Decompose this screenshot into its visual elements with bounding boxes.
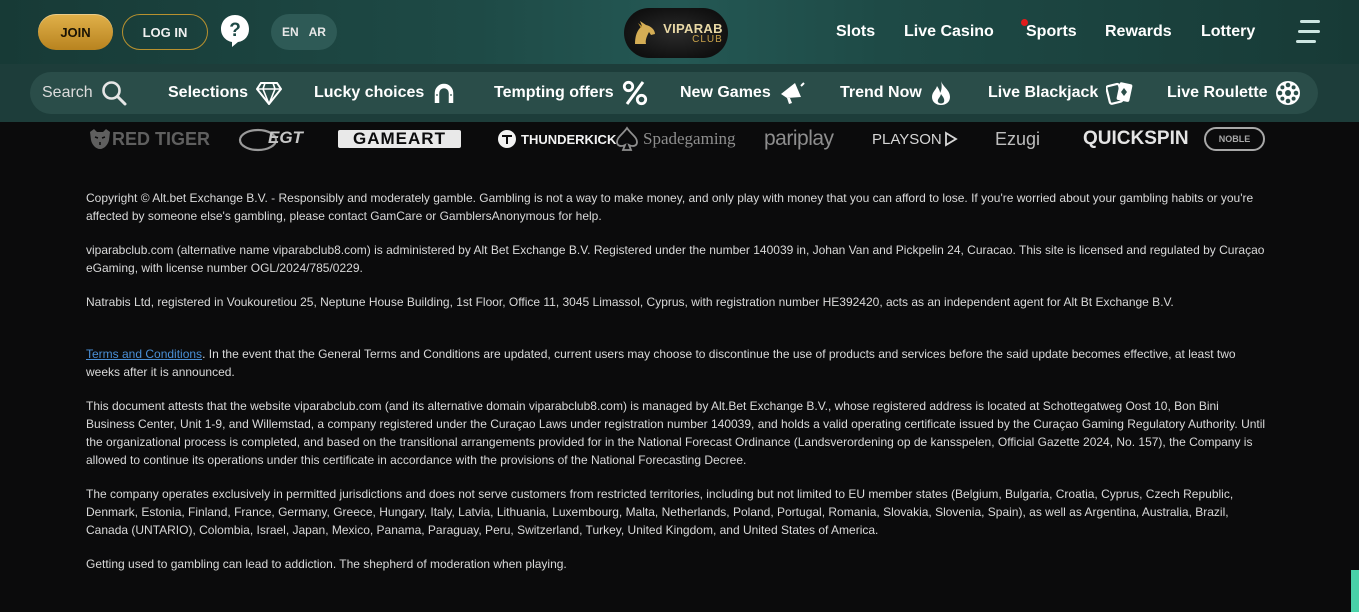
category-label: Lucky choices — [314, 84, 425, 101]
category-label: Live Blackjack — [988, 84, 1099, 101]
legal-terms-text: . In the event that the General Terms an… — [86, 347, 1236, 379]
provider-logo-pariplay[interactable]: pariplay — [764, 126, 834, 152]
nav-rewards[interactable]: Rewards — [1105, 23, 1172, 41]
category-label: Trend Now — [840, 84, 922, 101]
category-trend-now[interactable]: Trend Now — [840, 72, 952, 114]
hamburger-menu-icon[interactable] — [1296, 18, 1322, 46]
live-badge-dot — [1021, 19, 1028, 26]
tiger-icon — [90, 129, 110, 149]
provider-name: RED TIGER — [112, 128, 211, 149]
logo-text-secondary: CLUB — [692, 33, 723, 45]
play-triangle-icon — [944, 131, 958, 147]
category-new-games[interactable]: New Games — [680, 72, 805, 114]
svg-text:?: ? — [229, 20, 241, 41]
category-search-label: Search — [42, 84, 93, 101]
legal-agent: Natrabis Ltd, registered in Voukouretiou… — [86, 295, 1174, 309]
site-logo[interactable]: VIPARAB CLUB — [624, 8, 728, 58]
category-bar: Search Selections Lucky choices Tempting… — [0, 64, 1359, 122]
provider-name: PLAYSON — [872, 130, 942, 148]
provider-name: NOBLE — [1218, 134, 1251, 144]
provider-name: Spadegaming — [643, 129, 736, 148]
provider-name: pariplay — [764, 127, 834, 150]
legal-jurisdictions: The company operates exclusively in perm… — [86, 487, 1234, 537]
top-header: JOIN LOG IN ? EN AR VIPARAB CLUB Slots L… — [0, 0, 1359, 64]
provider-name: GAMEART — [353, 129, 446, 148]
provider-logo-egt[interactable]: EGT — [238, 126, 304, 152]
login-button[interactable]: LOG IN — [122, 14, 208, 50]
legal-moderation: Getting used to gambling can lead to add… — [86, 557, 567, 571]
thunderkick-badge-icon — [498, 130, 516, 148]
nav-lottery[interactable]: Lottery — [1201, 23, 1255, 41]
category-label: Live Roulette — [1167, 84, 1268, 101]
scrollbar-thumb[interactable] — [1351, 570, 1359, 612]
category-live-blackjack[interactable]: Live Blackjack — [988, 72, 1134, 114]
search-icon — [101, 81, 127, 106]
provider-logo-red-tiger[interactable]: RED TIGER — [88, 126, 210, 152]
provider-logo-spadegaming[interactable]: Spadegaming — [615, 126, 736, 152]
provider-logos: RED TIGER EGT GAMEART THUNDERKICK Spadeg… — [0, 122, 1359, 156]
legal-terms: Terms and Conditions. In the event that … — [86, 345, 1268, 381]
legal-administered: viparabclub.com (alternative name vipara… — [86, 243, 1265, 275]
terms-link[interactable]: Terms and Conditions — [86, 347, 202, 361]
provider-name: EGT — [268, 128, 303, 147]
language-ar[interactable]: AR — [309, 25, 326, 39]
nav-live-casino[interactable]: Live Casino — [904, 23, 994, 41]
spade-icon — [616, 126, 638, 151]
provider-logo-playson[interactable]: PLAYSON — [872, 126, 958, 152]
logo-text-primary: VIPARAB — [663, 20, 723, 36]
language-switcher: EN AR — [271, 14, 337, 50]
provider-logo-gameart[interactable]: GAMEART — [338, 129, 461, 148]
playing-cards-icon — [1106, 82, 1133, 105]
diamond-icon — [256, 82, 283, 105]
nav-sports-label: Sports — [1026, 23, 1077, 40]
nav-sports[interactable]: Sports — [1021, 19, 1077, 41]
category-live-roulette[interactable]: Live Roulette — [1167, 72, 1301, 114]
category-selections[interactable]: Selections — [168, 72, 283, 114]
roulette-wheel-icon — [1276, 81, 1301, 105]
percent-icon — [622, 80, 647, 106]
category-tempting-offers[interactable]: Tempting offers — [494, 72, 648, 114]
legal-attest: This document attests that the website v… — [86, 399, 1266, 467]
join-button[interactable]: JOIN — [38, 14, 113, 50]
flame-icon — [931, 81, 950, 105]
horseshoe-icon — [435, 83, 454, 103]
horse-head-icon — [635, 21, 656, 44]
provider-name: THUNDERKICK — [521, 131, 617, 147]
category-bar-track: Search Selections Lucky choices Tempting… — [30, 72, 1318, 114]
category-label: Tempting offers — [494, 84, 614, 101]
nav-slots[interactable]: Slots — [836, 23, 875, 41]
category-search[interactable]: Search — [42, 72, 127, 114]
provider-name: QUICKSPIN — [1083, 128, 1189, 149]
category-label: New Games — [680, 84, 771, 101]
provider-logo-noble[interactable]: NOBLE — [1204, 127, 1265, 151]
provider-name: Ezugi — [995, 128, 1041, 149]
language-en[interactable]: EN — [282, 25, 299, 39]
category-lucky-choices[interactable]: Lucky choices — [314, 72, 456, 114]
question-circle-icon[interactable]: ? — [220, 14, 250, 48]
category-label: Selections — [168, 84, 249, 101]
provider-logo-thunderkick[interactable]: THUNDERKICK — [497, 126, 616, 152]
legal-copyright: Copyright © Alt.bet Exchange B.V. - Resp… — [86, 191, 1254, 223]
provider-logo-ezugi[interactable]: Ezugi — [995, 126, 1040, 152]
provider-logo-quickspin[interactable]: QUICKSPIN — [1083, 126, 1189, 152]
megaphone-icon — [780, 82, 805, 104]
